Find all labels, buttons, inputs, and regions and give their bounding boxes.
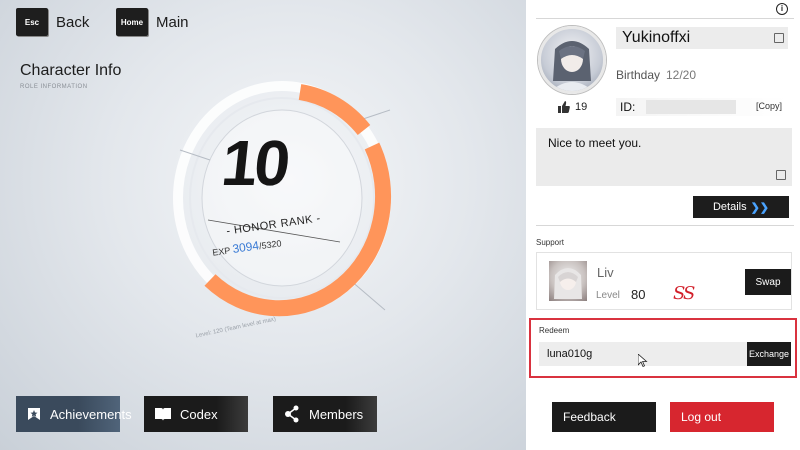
- bio-field[interactable]: Nice to meet you.: [536, 128, 792, 186]
- honor-rank-number: 10: [218, 127, 291, 199]
- double-chevron-right-icon: ❯❯: [750, 201, 770, 214]
- profile-panel: i Yukinoffxi Birthday 12/20 19 ID: [Copy…: [526, 0, 800, 450]
- network-icon: [285, 405, 299, 423]
- birthday-label: Birthday: [616, 68, 661, 82]
- character-info-scene: Esc Back Home Main Character Info ROLE I…: [0, 0, 526, 450]
- honor-rank-dial: 10 - HONOR RANK - EXP 3094/5320: [170, 80, 400, 320]
- support-card: Liv Level 80 SS Swap: [536, 252, 792, 310]
- support-name: Liv: [597, 265, 614, 280]
- id-label: ID:: [620, 100, 636, 114]
- player-id-field: ID: [Copy]: [616, 98, 788, 116]
- divider: [536, 225, 794, 226]
- support-character-icon: [554, 268, 582, 299]
- swap-button[interactable]: Swap: [745, 269, 791, 295]
- divider: [536, 18, 794, 19]
- codex-label: Codex: [180, 406, 218, 422]
- player-name-field: Yukinoffxi: [616, 27, 788, 49]
- id-value-redacted: [646, 100, 736, 114]
- back-button[interactable]: Esc Back: [16, 8, 89, 36]
- edit-bio-icon[interactable]: [776, 170, 786, 180]
- redeem-label: Redeem: [539, 326, 570, 335]
- honor-ring: [173, 81, 392, 317]
- mouse-cursor-icon: [638, 354, 648, 367]
- achievements-button[interactable]: Achievements: [16, 396, 132, 432]
- copy-id-button[interactable]: [Copy]: [756, 101, 782, 111]
- main-label: Main: [156, 13, 189, 31]
- support-level-label: Level: [596, 290, 620, 301]
- likes-counter[interactable]: 19: [558, 101, 587, 113]
- edit-name-icon[interactable]: [774, 33, 784, 43]
- codex-button[interactable]: Codex: [144, 396, 248, 432]
- details-button[interactable]: Details ❯❯: [693, 196, 789, 218]
- exp-label: EXP: [211, 245, 231, 258]
- likes-count: 19: [575, 101, 588, 113]
- details-label: Details: [712, 201, 747, 213]
- feedback-button[interactable]: Feedback: [552, 402, 656, 432]
- level-note: Level: 120 (Team level at max): [195, 316, 277, 340]
- page-subtitle: ROLE INFORMATION: [20, 84, 88, 90]
- esc-key-chip: Esc: [16, 8, 48, 36]
- player-name: Yukinoffxi: [622, 29, 691, 46]
- support-section-label: Support: [536, 238, 565, 247]
- exchange-button[interactable]: Exchange: [747, 342, 791, 366]
- achievement-icon: [28, 408, 40, 420]
- bio-text: Nice to meet you.: [548, 136, 642, 150]
- avatar-portrait-icon: [551, 41, 593, 91]
- members-button[interactable]: Members: [273, 396, 377, 432]
- achievements-label: Achievements: [50, 406, 132, 422]
- back-label: Back: [56, 13, 90, 31]
- thumbs-up-icon: [558, 101, 570, 113]
- redeem-section: Redeem Exchange: [529, 318, 797, 378]
- info-icon[interactable]: i: [776, 3, 788, 15]
- support-level: 80: [631, 287, 646, 302]
- members-label: Members: [309, 406, 364, 422]
- birthday-value: 12/20: [666, 68, 697, 82]
- main-button[interactable]: Home Main: [116, 8, 189, 36]
- exp-max: /5320: [258, 238, 283, 252]
- home-key-chip: Home: [116, 8, 148, 36]
- book-icon: [155, 408, 171, 421]
- support-portrait: [549, 261, 587, 301]
- page-title: Character Info: [20, 62, 122, 79]
- avatar[interactable]: [538, 26, 606, 94]
- support-rank-badge: SS: [673, 283, 695, 304]
- logout-button[interactable]: Log out: [670, 402, 774, 432]
